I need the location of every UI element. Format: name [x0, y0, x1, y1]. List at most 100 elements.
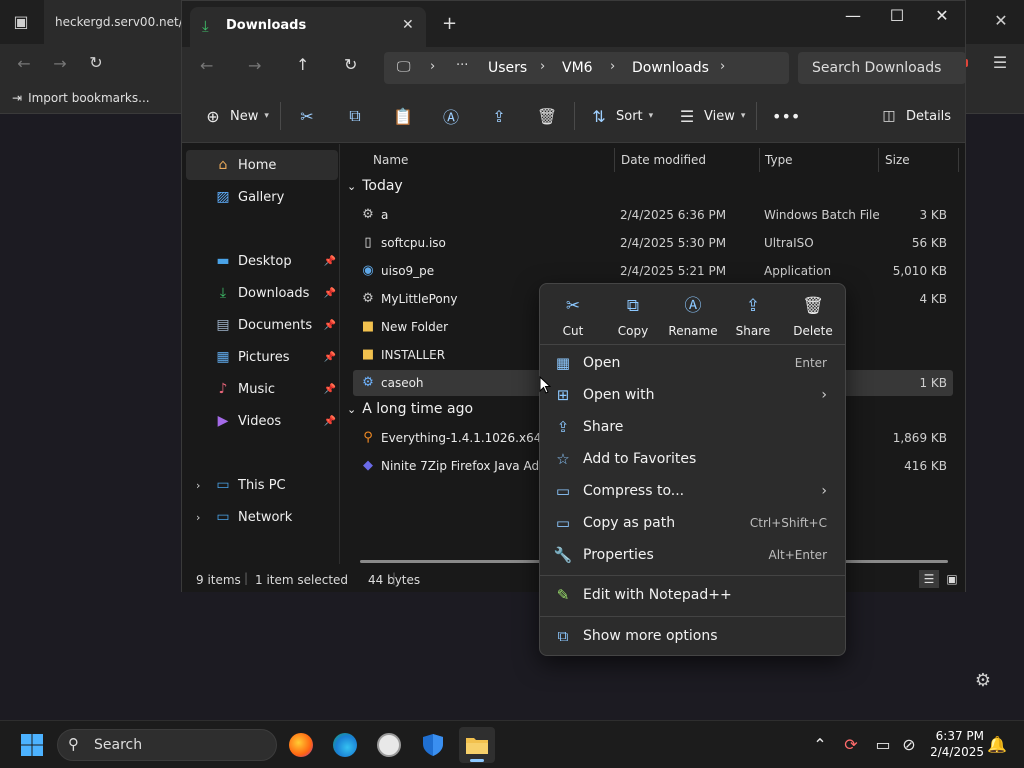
- breadcrumb-vm6[interactable]: VM6: [562, 60, 593, 76]
- nav-label: Documents: [238, 317, 313, 333]
- refresh-icon[interactable]: ↻: [344, 55, 357, 74]
- new-button[interactable]: ⊕ New ▾: [202, 101, 269, 131]
- details-button[interactable]: ◫ Details: [878, 101, 951, 131]
- file-row[interactable]: ▯ softcpu.iso 2/4/2025 5:30 PM UltraISO …: [353, 230, 953, 256]
- copy-button[interactable]: ⧉: [344, 101, 366, 131]
- pin-icon[interactable]: 📌: [324, 288, 336, 299]
- explorer-tab-downloads[interactable]: ⤓ Downloads ✕: [190, 7, 426, 47]
- chevron-right-icon[interactable]: ›: [196, 479, 200, 492]
- reload-icon[interactable]: ↻: [84, 53, 108, 72]
- group-header-today[interactable]: ⌄ Today: [347, 178, 403, 194]
- display-icon[interactable]: ▭: [872, 735, 894, 754]
- nav-item-gallery[interactable]: ▨ Gallery: [186, 182, 338, 212]
- import-bookmarks-link[interactable]: ⇥ Import bookmarks...: [12, 91, 150, 105]
- forward-icon[interactable]: →: [48, 54, 72, 73]
- nav-item-videos[interactable]: ▶ Videos 📌: [186, 406, 338, 436]
- file-size: 3 KB: [919, 208, 947, 222]
- start-button[interactable]: [20, 733, 44, 757]
- menu-item-open[interactable]: ▦ Open Enter: [544, 348, 841, 378]
- breadcrumb-users[interactable]: Users: [488, 60, 527, 76]
- column-divider[interactable]: [958, 148, 959, 172]
- back-icon[interactable]: ←: [12, 54, 36, 73]
- browser-tab-title: heckergd.serv00.net/file: [55, 15, 183, 29]
- paste-button[interactable]: 📋: [392, 101, 414, 131]
- defender-app[interactable]: [415, 727, 451, 763]
- show-hidden-icons-icon[interactable]: ⌃: [809, 735, 831, 754]
- column-divider[interactable]: [614, 148, 615, 172]
- firefox-app[interactable]: [283, 727, 319, 763]
- taskbar-search-input[interactable]: ⚲ Search: [57, 729, 277, 761]
- chevron-right-icon[interactable]: ›: [196, 511, 200, 524]
- menu-item-notepad[interactable]: ✎ Edit with Notepad++: [544, 580, 841, 610]
- address-box[interactable]: 🖵 › ··· Users › VM6 › Downloads ›: [384, 52, 789, 84]
- browser-tab[interactable]: heckergd.serv00.net/file: [44, 0, 184, 44]
- group-header-older[interactable]: ⌄ A long time ago: [347, 401, 473, 417]
- browser-close-icon[interactable]: ✕: [990, 11, 1012, 30]
- clock-app[interactable]: [371, 727, 407, 763]
- sort-button[interactable]: ⇅ Sort ▾: [588, 101, 653, 131]
- nav-item-desktop[interactable]: ▬ Desktop 📌: [186, 246, 338, 276]
- menu-item-compress[interactable]: ▭ Compress to... ›: [544, 476, 841, 506]
- cut-button[interactable]: ✂: [296, 101, 318, 131]
- settings-gear-icon[interactable]: ⚙: [970, 670, 996, 691]
- back-icon[interactable]: ←: [200, 56, 213, 75]
- forward-icon[interactable]: →: [248, 56, 261, 75]
- nav-item-music[interactable]: ♪ Music 📌: [186, 374, 338, 404]
- search-downloads-input[interactable]: Search Downloads: [798, 52, 966, 84]
- column-header-type[interactable]: Type: [765, 148, 793, 172]
- file-row[interactable]: ◉ uiso9_pe 2/4/2025 5:21 PM Application …: [353, 258, 953, 284]
- context-delete-button[interactable]: 🗑 Delete: [784, 294, 842, 338]
- nav-item-pictures[interactable]: ▦ Pictures 📌: [186, 342, 338, 372]
- context-rename-button[interactable]: Ⓐ Rename: [664, 294, 722, 338]
- clock[interactable]: 6:37 PM 2/4/2025: [928, 728, 984, 760]
- nav-item-downloads[interactable]: ⤓ Downloads 📌: [186, 278, 338, 308]
- delete-button[interactable]: 🗑: [536, 101, 558, 131]
- up-icon[interactable]: ↑: [296, 55, 309, 74]
- close-window-icon[interactable]: ✕: [919, 1, 965, 31]
- network-offline-icon[interactable]: ⊘: [898, 735, 920, 754]
- column-header-size[interactable]: Size: [885, 148, 910, 172]
- new-tab-icon[interactable]: +: [442, 13, 457, 34]
- column-header-name[interactable]: Name: [373, 148, 408, 172]
- pin-icon[interactable]: 📌: [324, 256, 336, 267]
- minimize-icon[interactable]: —: [830, 1, 876, 31]
- edge-app[interactable]: [327, 727, 363, 763]
- column-divider[interactable]: [878, 148, 879, 172]
- breadcrumb-overflow-icon[interactable]: ···: [456, 58, 468, 73]
- column-header-date[interactable]: Date modified: [621, 148, 706, 172]
- nav-item-home[interactable]: ⌂ Home: [186, 150, 338, 180]
- nav-item-documents[interactable]: ▤ Documents 📌: [186, 310, 338, 340]
- close-tab-icon[interactable]: ✕: [402, 17, 414, 33]
- rename-button[interactable]: Ⓐ: [440, 101, 462, 131]
- context-share-button[interactable]: ⇪ Share: [724, 294, 782, 338]
- file-explorer-app[interactable]: [459, 727, 495, 763]
- menu-item-share[interactable]: ⇪ Share: [544, 412, 841, 442]
- nav-item-this-pc[interactable]: › ▭ This PC: [186, 470, 338, 500]
- details-view-icon[interactable]: ☰: [919, 570, 939, 588]
- menu-item-add-favorites[interactable]: ☆ Add to Favorites: [544, 444, 841, 474]
- sync-icon[interactable]: ⟳: [840, 735, 862, 754]
- tiles-view-icon[interactable]: ▣: [942, 570, 962, 588]
- notification-bell-icon[interactable]: 🔔: [986, 735, 1008, 754]
- menu-item-properties[interactable]: 🔧 Properties Alt+Enter: [544, 540, 841, 570]
- pin-icon[interactable]: 📌: [324, 384, 336, 395]
- column-divider[interactable]: [759, 148, 760, 172]
- pin-icon[interactable]: 📌: [324, 320, 336, 331]
- nav-item-network[interactable]: › ▭ Network: [186, 502, 338, 532]
- breadcrumb-chevron-icon[interactable]: ›: [720, 59, 725, 74]
- menu-item-copy-path[interactable]: ▭ Copy as path Ctrl+Shift+C: [544, 508, 841, 538]
- menu-item-show-more[interactable]: ⧉ Show more options: [544, 621, 841, 651]
- maximize-icon[interactable]: ☐: [874, 1, 920, 31]
- more-options-button[interactable]: •••: [772, 101, 800, 131]
- file-row[interactable]: ⚙ a 2/4/2025 6:36 PM Windows Batch File …: [353, 202, 953, 228]
- view-button[interactable]: ☰ View ▾: [676, 101, 746, 131]
- menu-icon[interactable]: ☰: [988, 53, 1012, 72]
- menu-item-open-with[interactable]: ⊞ Open with ›: [544, 380, 841, 410]
- share-button[interactable]: ⇪: [488, 101, 510, 131]
- context-copy-button[interactable]: ⧉ Copy: [604, 294, 662, 338]
- pin-icon[interactable]: 📌: [324, 352, 336, 363]
- context-cut-button[interactable]: ✂ Cut: [544, 294, 602, 338]
- tab-overview-icon[interactable]: ▣: [10, 12, 32, 31]
- breadcrumb-downloads[interactable]: Downloads: [632, 60, 709, 76]
- pin-icon[interactable]: 📌: [324, 416, 336, 427]
